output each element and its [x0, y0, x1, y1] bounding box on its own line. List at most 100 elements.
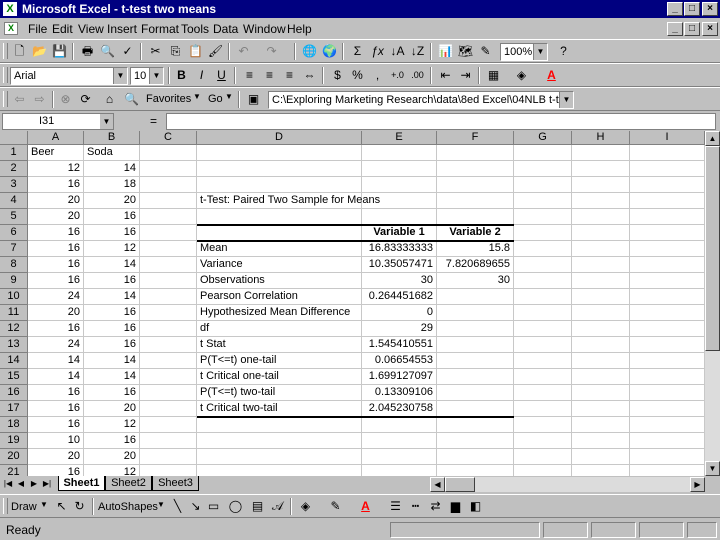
chevron-down-icon[interactable]: ▼ [533, 44, 547, 60]
cell[interactable] [140, 337, 197, 353]
autoshapes-menu-button[interactable]: AutoShapes [98, 500, 158, 514]
text-box-icon[interactable]: ▤ [248, 498, 267, 515]
cell[interactable] [630, 161, 705, 177]
increase-decimal-icon[interactable]: +.0 [388, 67, 407, 84]
copy-icon[interactable]: ⎘ [166, 43, 185, 60]
sort-descending-icon[interactable]: ↓Z [408, 43, 427, 60]
cell[interactable] [140, 433, 197, 449]
cell[interactable] [514, 145, 572, 161]
row-header-12[interactable]: 12 [0, 321, 28, 337]
row-header-10[interactable]: 10 [0, 289, 28, 305]
menu-window[interactable]: Window [243, 22, 286, 36]
menu-edit[interactable]: Edit [52, 22, 73, 36]
cell[interactable] [572, 145, 630, 161]
cell[interactable] [437, 433, 514, 449]
favorites-chevron-icon[interactable]: ▼ [193, 90, 201, 104]
cell[interactable] [572, 273, 630, 289]
cell[interactable] [140, 193, 197, 209]
cell[interactable] [437, 161, 514, 177]
cell[interactable] [437, 209, 514, 225]
vertical-scrollbar[interactable]: ▲ ▼ [705, 131, 720, 476]
toolbar-grip[interactable] [3, 43, 8, 59]
drawing-icon[interactable]: ✎ [476, 43, 495, 60]
decrease-indent-icon[interactable]: ⇤ [436, 67, 455, 84]
scroll-down-icon[interactable]: ▼ [705, 461, 720, 476]
minimize-icon[interactable]: _ [667, 2, 683, 16]
font-name-select[interactable]: Arial ▼ [10, 67, 128, 85]
free-rotate-icon[interactable]: ↻ [70, 498, 89, 515]
horizontal-scroll-thumb[interactable] [445, 477, 475, 492]
cell[interactable] [140, 385, 197, 401]
font-size-select[interactable]: 10 ▼ [130, 67, 164, 85]
cell[interactable] [514, 241, 572, 257]
cell[interactable] [630, 353, 705, 369]
redo-icon[interactable]: ↷ [262, 43, 281, 60]
cell[interactable] [362, 145, 437, 161]
refresh-icon[interactable]: ⟳ [76, 91, 95, 108]
address-input[interactable]: C:\Exploring Marketing Research\data\8ed… [268, 91, 574, 109]
paste-function-icon[interactable]: ƒx [368, 43, 387, 60]
cell[interactable] [630, 449, 705, 465]
stop-icon[interactable]: ⊗ [56, 91, 75, 108]
doc-minimize-icon[interactable]: _ [667, 22, 683, 36]
cell[interactable] [140, 305, 197, 321]
first-sheet-icon[interactable]: |◀ [2, 477, 14, 491]
prev-sheet-icon[interactable]: ◀ [15, 477, 27, 491]
menu-view[interactable]: View [78, 22, 104, 36]
cell[interactable] [197, 225, 362, 241]
zoom-select[interactable]: 100% ▼ [500, 43, 548, 61]
cell[interactable] [514, 273, 572, 289]
menu-help[interactable]: Help [287, 22, 312, 36]
row-header-7[interactable]: 7 [0, 241, 28, 257]
toolbar-grip[interactable] [3, 498, 8, 514]
vertical-scroll-thumb[interactable] [705, 146, 720, 351]
row-header-8[interactable]: 8 [0, 257, 28, 273]
cell[interactable] [197, 177, 362, 193]
cell[interactable] [140, 369, 197, 385]
menu-tools[interactable]: Tools [181, 22, 209, 36]
cell[interactable] [572, 305, 630, 321]
cell[interactable] [362, 417, 437, 433]
cell[interactable] [140, 417, 197, 433]
insert-hyperlink-icon[interactable]: 🌐 [300, 43, 319, 60]
align-center-icon[interactable]: ≡ [260, 67, 279, 84]
office-assistant-icon[interactable]: ? [554, 43, 573, 60]
cell[interactable] [197, 161, 362, 177]
print-preview-icon[interactable]: 🔍 [98, 43, 117, 60]
cell[interactable] [140, 353, 197, 369]
name-box[interactable]: I31 ▼ [2, 113, 114, 130]
formula-input[interactable] [166, 113, 716, 130]
workbook-icon[interactable]: X [4, 22, 18, 35]
go-chevron-icon[interactable]: ▼ [225, 90, 233, 104]
cell[interactable] [437, 417, 514, 433]
borders-icon[interactable]: ▦ [484, 67, 503, 84]
cell[interactable] [437, 465, 514, 476]
cell[interactable] [630, 337, 705, 353]
cell[interactable] [514, 433, 572, 449]
format-painter-icon[interactable]: 🖌 [206, 43, 225, 60]
cell[interactable] [140, 289, 197, 305]
row-header-1[interactable]: 1 [0, 145, 28, 161]
cell[interactable] [362, 465, 437, 476]
chart-wizard-icon[interactable]: 📊 [436, 43, 455, 60]
back-icon[interactable]: ⇦ [10, 91, 29, 108]
column-header-d[interactable]: D [197, 131, 362, 145]
doc-close-icon[interactable]: × [702, 22, 718, 36]
row-header-9[interactable]: 9 [0, 273, 28, 289]
underline-icon[interactable]: U [212, 67, 231, 84]
fill-color-icon[interactable]: ◈ [512, 67, 531, 84]
row-header-16[interactable]: 16 [0, 385, 28, 401]
cell[interactable] [630, 273, 705, 289]
sort-ascending-icon[interactable]: ↓A [388, 43, 407, 60]
cell[interactable] [197, 417, 362, 433]
line-color-icon[interactable]: ✎ [326, 498, 345, 515]
cell[interactable] [514, 385, 572, 401]
align-right-icon[interactable]: ≡ [280, 67, 299, 84]
row-header-5[interactable]: 5 [0, 209, 28, 225]
autoshapes-chevron-icon[interactable]: ▼ [157, 498, 165, 512]
fill-color-icon[interactable]: ◈ [296, 498, 315, 515]
cell[interactable] [197, 209, 362, 225]
scroll-up-icon[interactable]: ▲ [705, 131, 720, 146]
italic-icon[interactable]: I [192, 67, 211, 84]
arrow-icon[interactable]: ↘ [186, 498, 205, 515]
